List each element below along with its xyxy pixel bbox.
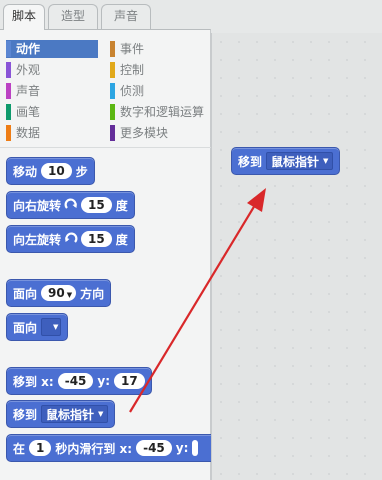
block-label: 向右旋转 <box>13 198 62 213</box>
block-label: 面向 <box>13 320 38 335</box>
category-label: 外观 <box>16 63 41 77</box>
block-label: 向左旋转 <box>13 232 62 247</box>
chevron-down-icon: ▼ <box>53 323 59 331</box>
turn-right-block[interactable]: 向右旋转 15 度 <box>6 191 135 219</box>
block-label: 面向 <box>13 286 38 301</box>
block-label: y: <box>97 374 111 388</box>
category-looks[interactable]: 外观 <box>6 61 98 79</box>
direction-dropdown[interactable]: 90 ▼ <box>41 285 77 301</box>
block-label: 度 <box>115 232 128 247</box>
palette-divider <box>0 147 211 148</box>
category-motion[interactable]: 动作 <box>6 40 98 58</box>
x-input[interactable]: -45 <box>57 373 94 389</box>
move-steps-block[interactable]: 移动 10 步 <box>6 157 95 185</box>
block-label: 秒内滑行到 x: <box>55 441 133 456</box>
category-swatch <box>6 125 11 141</box>
secs-input[interactable]: 1 <box>29 440 52 456</box>
chevron-down-icon: ▼ <box>66 291 73 299</box>
goto-target-dropdown[interactable]: 鼠标指针 ▼ <box>266 152 334 170</box>
category-label: 侦测 <box>120 84 145 98</box>
category-label: 数字和逻辑运算 <box>120 105 205 119</box>
category-pen[interactable]: 画笔 <box>6 103 98 121</box>
turn-left-block[interactable]: 向左旋转 15 度 <box>6 225 135 253</box>
tab-bar: 脚本 造型 声音 <box>0 0 210 30</box>
goto-block[interactable]: 移到 鼠标指针 ▼ <box>6 400 116 428</box>
category-list: 动作 外观 声音 画笔 数据 事件 控制 侦测 数字和逻辑运算 更多模块 <box>0 30 211 150</box>
rotate-counterclockwise-icon <box>65 232 78 243</box>
category-swatch <box>6 104 11 120</box>
category-swatch <box>6 62 11 78</box>
steps-input[interactable]: 10 <box>41 163 72 179</box>
goto-xy-block[interactable]: 移到 x: -45 y: 17 <box>6 367 152 395</box>
block-label: 方向 <box>80 286 105 301</box>
degrees-input[interactable]: 15 <box>81 197 112 213</box>
category-label: 更多模块 <box>120 126 169 140</box>
block-label: 在 <box>13 441 26 456</box>
category-label: 事件 <box>120 42 145 56</box>
block-label: 移到 <box>238 154 263 169</box>
category-label: 声音 <box>16 84 41 98</box>
category-sound[interactable]: 声音 <box>6 82 98 100</box>
block-label: 步 <box>75 164 88 179</box>
point-towards-block[interactable]: 面向 ▼ <box>6 313 69 341</box>
script-area[interactable]: 移到 鼠标指针 ▼ <box>211 33 382 480</box>
tab-scripts[interactable]: 脚本 <box>3 4 45 30</box>
goto-target-dropdown[interactable]: 鼠标指针 ▼ <box>41 405 109 423</box>
block-label: y: <box>175 441 189 455</box>
dropdown-value: 鼠标指针 <box>271 154 320 169</box>
direction-value: 90 <box>48 286 65 300</box>
block-label: 移到 x: <box>13 374 54 389</box>
block-label: 移到 <box>13 407 38 422</box>
tab-sounds[interactable]: 声音 <box>101 4 151 29</box>
block-label: 移动 <box>13 164 38 179</box>
point-in-direction-block[interactable]: 面向 90 ▼ 方向 <box>6 279 112 307</box>
category-label: 画笔 <box>16 105 41 119</box>
degrees-input[interactable]: 15 <box>81 231 112 247</box>
y-input[interactable]: 17 <box>114 373 145 389</box>
category-swatch <box>110 83 115 99</box>
category-swatch <box>110 41 115 57</box>
category-label: 控制 <box>120 63 145 77</box>
chevron-down-icon: ▼ <box>98 410 104 418</box>
category-label: 动作 <box>16 42 41 56</box>
script-area-header <box>211 0 382 33</box>
x-input[interactable]: -45 <box>136 440 172 456</box>
category-label: 数据 <box>16 126 41 140</box>
block-palette: 动作 外观 声音 画笔 数据 事件 控制 侦测 数字和逻辑运算 更多模块 移动 … <box>0 29 226 480</box>
category-data[interactable]: 数据 <box>6 124 98 142</box>
category-operators[interactable]: 数字和逻辑运算 <box>110 103 210 121</box>
rotate-clockwise-icon <box>64 198 77 209</box>
category-sensing[interactable]: 侦测 <box>110 82 210 100</box>
point-towards-dropdown[interactable]: ▼ <box>41 318 62 336</box>
tab-costumes[interactable]: 造型 <box>48 4 98 29</box>
glide-block[interactable]: 在 1 秒内滑行到 x: -45 y: <box>6 434 226 462</box>
chevron-down-icon: ▼ <box>323 157 329 165</box>
category-swatch <box>110 125 115 141</box>
y-input[interactable] <box>192 440 199 456</box>
category-events[interactable]: 事件 <box>110 40 210 58</box>
block-label: 度 <box>115 198 128 213</box>
script-goto-block[interactable]: 移到 鼠标指针 ▼ <box>231 147 341 175</box>
category-swatch <box>110 62 115 78</box>
category-more-blocks[interactable]: 更多模块 <box>110 124 210 142</box>
category-control[interactable]: 控制 <box>110 61 210 79</box>
category-swatch <box>110 104 115 120</box>
category-swatch <box>6 83 11 99</box>
category-swatch <box>6 41 11 57</box>
dropdown-value: 鼠标指针 <box>46 407 95 422</box>
